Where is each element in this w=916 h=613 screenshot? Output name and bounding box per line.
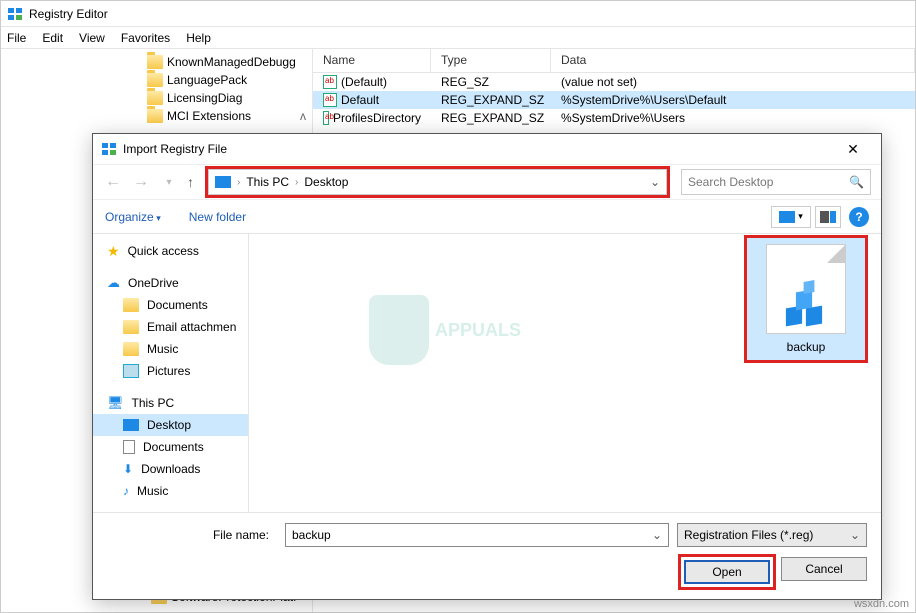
folder-icon: [123, 320, 139, 334]
monitor-icon: 🖥: [107, 395, 124, 411]
menu-file[interactable]: File: [7, 31, 26, 45]
file-backup[interactable]: backup: [747, 238, 865, 360]
tree-scroll-up-icon[interactable]: ʌ: [296, 101, 310, 131]
string-value-icon: [323, 111, 329, 125]
menu-help[interactable]: Help: [186, 31, 211, 45]
folder-icon: [123, 342, 139, 356]
tree-item[interactable]: LicensingDiag: [1, 89, 312, 107]
dialog-navbar: ← → ▾ ↑ › This PC › Desktop ⌄ Search Des…: [93, 164, 881, 200]
view-mode-button[interactable]: ▾: [771, 206, 811, 228]
music-icon: ♪: [123, 484, 129, 498]
chevron-right-icon[interactable]: ›: [295, 177, 298, 188]
tree-item[interactable]: KnownManagedDebugg: [1, 53, 312, 71]
breadcrumb-dropdown-icon[interactable]: ⌄: [650, 175, 660, 189]
nav-back-icon[interactable]: ←: [103, 173, 123, 191]
filename-dropdown-icon[interactable]: ⌄: [652, 528, 662, 542]
view-icon: [779, 211, 795, 223]
nav-up-icon[interactable]: ↑: [187, 174, 194, 190]
preview-pane-button[interactable]: [815, 206, 841, 228]
search-input[interactable]: Search Desktop 🔍: [681, 169, 871, 195]
filter-dropdown-icon[interactable]: ⌄: [850, 528, 860, 542]
desktop-icon: [123, 419, 139, 431]
filetype-filter[interactable]: Registration Files (*.reg) ⌄: [677, 523, 867, 547]
tree-item[interactable]: MCI Extensions: [1, 107, 312, 125]
star-icon: ★: [107, 243, 120, 260]
nav-quick-access[interactable]: ★Quick access: [93, 240, 248, 262]
filename-value: backup: [292, 528, 331, 542]
search-icon[interactable]: 🔍: [849, 175, 864, 189]
nav-onedrive-email[interactable]: Email attachmen: [93, 316, 248, 338]
folder-icon: [147, 109, 163, 123]
dialog-title: Import Registry File: [123, 142, 833, 156]
header-data[interactable]: Data: [551, 49, 915, 72]
open-button-highlight: Open: [681, 557, 773, 587]
breadcrumb-bar[interactable]: › This PC › Desktop ⌄: [208, 169, 667, 195]
search-placeholder: Search Desktop: [688, 175, 773, 189]
newfolder-button[interactable]: New folder: [189, 210, 246, 224]
string-value-icon: [323, 93, 337, 107]
regedit-icon: [101, 141, 117, 157]
nav-forward-icon[interactable]: →: [131, 173, 151, 191]
filename-label: File name:: [107, 528, 277, 542]
folder-icon: [123, 298, 139, 312]
regedit-titlebar[interactable]: Registry Editor: [1, 1, 915, 27]
file-label: backup: [753, 340, 859, 354]
nav-recent-icon[interactable]: ▾: [159, 177, 179, 188]
watermark: APPUALS: [369, 290, 649, 370]
chevron-right-icon[interactable]: ›: [237, 177, 240, 188]
open-button[interactable]: Open: [684, 560, 770, 584]
list-header[interactable]: Name Type Data: [313, 49, 915, 73]
download-icon: ⬇: [123, 462, 133, 476]
regedit-icon: [7, 6, 23, 22]
header-name[interactable]: Name: [313, 49, 431, 72]
menu-favorites[interactable]: Favorites: [121, 31, 170, 45]
string-value-icon: [323, 75, 337, 89]
help-button[interactable]: ?: [849, 207, 869, 227]
nav-onedrive-pictures[interactable]: Pictures: [93, 360, 248, 382]
menu-view[interactable]: View: [79, 31, 105, 45]
cancel-button[interactable]: Cancel: [781, 557, 867, 581]
value-row-selected[interactable]: Default REG_EXPAND_SZ %SystemDrive%\User…: [313, 91, 915, 109]
nav-downloads[interactable]: ⬇Downloads: [93, 458, 248, 480]
header-type[interactable]: Type: [431, 49, 551, 72]
source-watermark: wsxdn.com: [854, 598, 909, 610]
folder-icon: [147, 73, 163, 87]
nav-music[interactable]: ♪Music: [93, 480, 248, 502]
nav-desktop[interactable]: Desktop: [93, 414, 248, 436]
regfile-icon: [766, 244, 846, 334]
nav-onedrive-music[interactable]: Music: [93, 338, 248, 360]
navigation-pane[interactable]: ★Quick access ☁OneDrive Documents Email …: [93, 234, 249, 512]
nav-onedrive[interactable]: ☁OneDrive: [93, 272, 248, 294]
tree-item[interactable]: LanguagePack: [1, 71, 312, 89]
nav-documents[interactable]: Documents: [93, 436, 248, 458]
import-dialog: Import Registry File ✕ ← → ▾ ↑ › This PC…: [92, 133, 882, 600]
value-row[interactable]: (Default) REG_SZ (value not set): [313, 73, 915, 91]
menu-edit[interactable]: Edit: [42, 31, 63, 45]
pictures-icon: [123, 364, 139, 378]
monitor-icon: [215, 176, 231, 188]
close-button[interactable]: ✕: [833, 141, 873, 158]
organize-button[interactable]: Organize: [105, 210, 161, 224]
value-row[interactable]: ProfilesDirectory REG_EXPAND_SZ %SystemD…: [313, 109, 915, 127]
dialog-bottom: File name: backup ⌄ Registration Files (…: [93, 512, 881, 599]
nav-thispc[interactable]: 🖥This PC: [93, 392, 248, 414]
regedit-title: Registry Editor: [29, 7, 108, 21]
cloud-icon: ☁: [107, 275, 120, 291]
nav-onedrive-documents[interactable]: Documents: [93, 294, 248, 316]
breadcrumb-thispc[interactable]: This PC: [246, 175, 289, 189]
dialog-titlebar[interactable]: Import Registry File ✕: [93, 134, 881, 164]
breadcrumb-desktop[interactable]: Desktop: [304, 175, 348, 189]
dialog-toolbar: Organize New folder ▾ ?: [93, 200, 881, 234]
file-list-area[interactable]: APPUALS backup: [249, 234, 881, 512]
regedit-menubar: File Edit View Favorites Help: [1, 27, 915, 49]
folder-icon: [147, 91, 163, 105]
folder-icon: [147, 55, 163, 69]
document-icon: [123, 440, 135, 454]
filename-input[interactable]: backup ⌄: [285, 523, 669, 547]
